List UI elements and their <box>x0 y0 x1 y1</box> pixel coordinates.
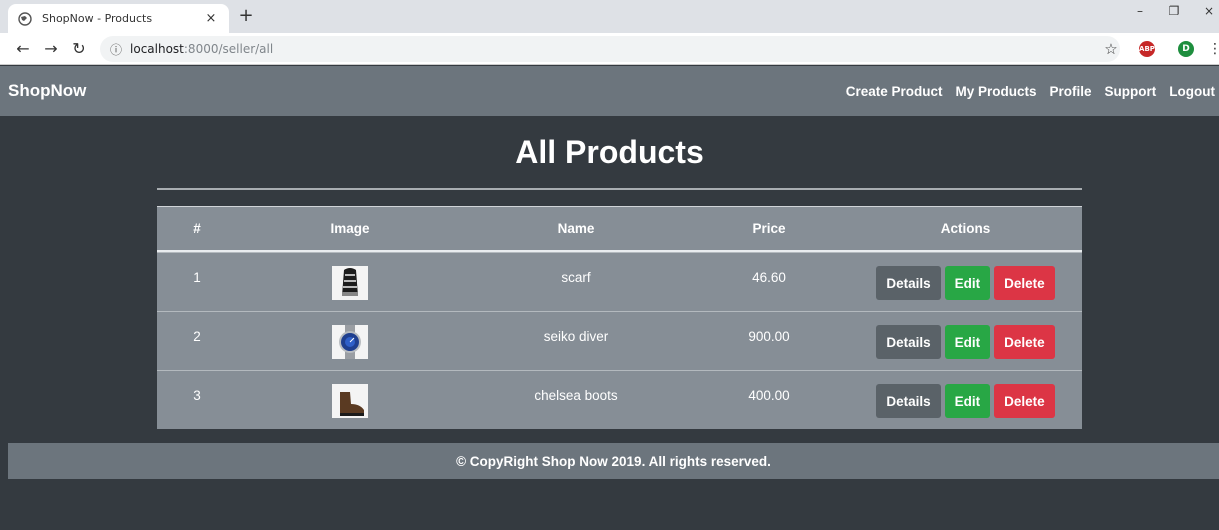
globe-icon <box>18 11 32 26</box>
nav-profile[interactable]: Profile <box>1050 84 1092 99</box>
nav-links: Create Product My Products Profile Suppo… <box>846 84 1215 99</box>
products-table: # Image Name Price Actions 1 scarf 46.60… <box>157 206 1082 429</box>
column-header-actions: Actions <box>940 221 991 236</box>
delete-button[interactable]: Delete <box>994 384 1055 418</box>
nav-logout[interactable]: Logout <box>1169 84 1215 99</box>
adblock-plus-icon[interactable]: ABP <box>1139 41 1155 57</box>
details-button[interactable]: Details <box>876 266 941 300</box>
tab-title: ShopNow - Products <box>42 12 153 25</box>
address-bar: ← → ↻ ⓘ localhost:8000/seller/all ☆ ABP … <box>0 33 1219 65</box>
menu-kebab-icon[interactable]: ⋮ <box>1206 40 1219 58</box>
brand-logo[interactable]: ShopNow <box>8 81 86 101</box>
boot-thumbnail <box>332 384 368 418</box>
bookmark-star-icon[interactable]: ☆ <box>1102 40 1120 58</box>
product-name: seiko diver <box>543 329 609 344</box>
column-header-number: # <box>193 221 201 236</box>
nav-support[interactable]: Support <box>1105 84 1157 99</box>
details-button[interactable]: Details <box>876 325 941 359</box>
table-row: 3 chelsea boots 400.00 Details Edit Dele… <box>157 370 1082 429</box>
table-row: 2 seiko diver 900.00 Details Edit Delete <box>157 311 1082 370</box>
divider <box>157 188 1082 190</box>
edit-button[interactable]: Edit <box>944 325 991 359</box>
column-header-image: Image <box>330 221 370 236</box>
scarf-thumbnail <box>332 266 368 300</box>
row-actions: Details Edit Delete <box>849 312 1082 359</box>
row-actions: Details Edit Delete <box>849 371 1082 418</box>
product-name: chelsea boots <box>534 388 618 403</box>
table-header-row: # Image Name Price Actions <box>157 207 1082 252</box>
restore-icon[interactable]: ❐ <box>1164 4 1184 18</box>
row-number: 1 <box>193 270 201 285</box>
delete-button[interactable]: Delete <box>994 325 1055 359</box>
copyright-text: © CopyRight Shop Now 2019. All rights re… <box>456 453 771 469</box>
new-tab-icon[interactable]: + <box>236 6 256 26</box>
watch-thumbnail <box>332 325 368 359</box>
row-number: 2 <box>193 329 201 344</box>
forward-icon[interactable]: → <box>42 40 60 58</box>
browser-tab[interactable]: ShopNow - Products × <box>8 4 229 33</box>
details-button[interactable]: Details <box>876 384 941 418</box>
column-header-name: Name <box>557 221 595 236</box>
product-image-cell <box>237 312 463 359</box>
table-row: 1 scarf 46.60 Details Edit Delete <box>157 252 1082 311</box>
page-footer: © CopyRight Shop Now 2019. All rights re… <box>8 443 1219 479</box>
back-icon[interactable]: ← <box>14 40 32 58</box>
row-number: 3 <box>193 388 201 403</box>
row-actions: Details Edit Delete <box>849 253 1082 300</box>
product-image-cell <box>237 371 463 418</box>
product-price: 400.00 <box>748 388 790 403</box>
minimize-icon[interactable]: – <box>1130 4 1150 18</box>
reload-icon[interactable]: ↻ <box>70 40 88 58</box>
url-host: localhost <box>130 42 184 56</box>
page-title: All Products <box>515 134 704 170</box>
column-header-price: Price <box>752 221 786 236</box>
edit-button[interactable]: Edit <box>944 266 991 300</box>
product-name: scarf <box>561 270 591 285</box>
nav-create-product[interactable]: Create Product <box>846 84 943 99</box>
site-info-icon[interactable]: ⓘ <box>110 41 122 58</box>
edit-button[interactable]: Edit <box>944 384 991 418</box>
browser-tab-bar: ShopNow - Products × + – ❐ × <box>0 0 1219 33</box>
url-input[interactable]: ⓘ localhost:8000/seller/all <box>100 36 1120 62</box>
product-image-cell <box>237 253 463 300</box>
window-close-icon[interactable]: × <box>1199 4 1219 18</box>
url-path: :8000/seller/all <box>183 42 274 56</box>
app-navbar: ShopNow Create Product My Products Profi… <box>0 66 1219 116</box>
product-price: 900.00 <box>748 329 790 344</box>
product-price: 46.60 <box>752 270 786 285</box>
tab-close-icon[interactable]: × <box>203 11 219 26</box>
delete-button[interactable]: Delete <box>994 266 1055 300</box>
nav-my-products[interactable]: My Products <box>955 84 1036 99</box>
profile-avatar-icon[interactable]: D <box>1178 41 1194 57</box>
